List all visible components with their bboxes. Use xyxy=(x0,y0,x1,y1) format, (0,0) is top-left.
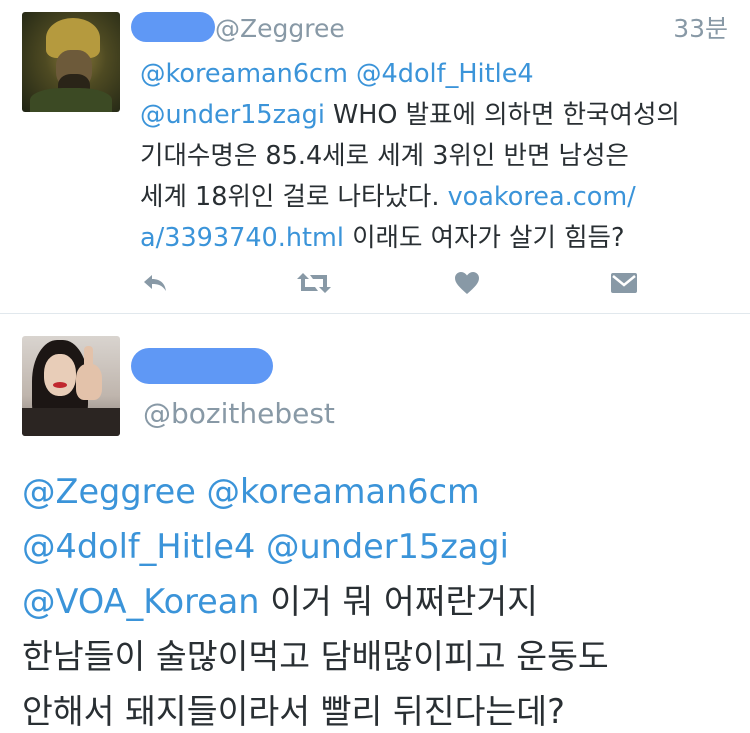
avatar[interactable] xyxy=(22,12,120,112)
tweet-line: @koreaman6cm @4dolf_Hitle4 xyxy=(140,54,740,95)
mention-link[interactable]: @koreaman6cm xyxy=(140,59,348,89)
tweet-2[interactable]: @bozithebest @Zeggree @koreaman6cm @4dol… xyxy=(0,314,750,733)
mention-link[interactable]: @koreaman6cm xyxy=(207,472,480,511)
avatar[interactable] xyxy=(22,336,120,436)
message-icon[interactable] xyxy=(608,266,640,300)
user-handle[interactable]: @bozithebest xyxy=(143,396,335,432)
tweet-line: 세계 18위인 걸로 나타났다. voakorea.com/ xyxy=(140,177,740,218)
avatar-clothing xyxy=(22,408,120,436)
mention-link[interactable]: @Zeggree xyxy=(22,472,196,511)
reply-icon[interactable] xyxy=(140,266,170,300)
tweet-line: @VOA_Korean 이거 뭐 어쩌란거지 xyxy=(22,574,738,629)
like-icon[interactable] xyxy=(452,266,482,300)
tweet-line: @under15zagi WHO 발표에 의하면 한국여성의 xyxy=(140,95,740,136)
user-handle[interactable]: @Zeggree xyxy=(215,14,345,44)
tweet-text-segment: 세계 18위인 걸로 나타났다. xyxy=(140,182,448,212)
tweet-line: @Zeggree @koreaman6cm xyxy=(22,464,738,519)
tweet-text: @koreaman6cm @4dolf_Hitle4 @under15zagi … xyxy=(140,54,740,259)
tweet-line: a/3393740.html 이래도 여자가 살기 힘듬? xyxy=(140,218,740,259)
avatar-lips xyxy=(53,382,67,388)
mention-link[interactable]: @4dolf_Hitle4 xyxy=(356,59,534,89)
mention-link[interactable]: @VOA_Korean xyxy=(22,582,259,621)
avatar-armor xyxy=(30,88,112,112)
retweet-icon[interactable] xyxy=(296,266,332,300)
url-link[interactable]: voakorea.com/ xyxy=(448,182,636,212)
tweet-text-segment: WHO 발표에 의하면 한국여성의 xyxy=(324,100,680,130)
avatar-hand xyxy=(76,364,102,400)
tweet-actions xyxy=(140,266,660,300)
mention-link[interactable]: @under15zagi xyxy=(140,100,325,130)
tweet-line: @4dolf_Hitle4 @under15zagi xyxy=(22,519,738,574)
avatar-face xyxy=(44,354,76,396)
redacted-display-name xyxy=(131,12,215,42)
tweet-line: 한남들이 술많이먹고 담배많이피고 운동도 xyxy=(22,637,609,676)
redacted-display-name xyxy=(131,348,273,384)
tweet-line: 안해서 돼지들이라서 빨리 뒤진다는데? xyxy=(22,692,565,731)
mention-link[interactable]: @4dolf_Hitle4 xyxy=(22,527,255,566)
tweet-text: @Zeggree @koreaman6cm @4dolf_Hitle4 @und… xyxy=(22,464,738,733)
tweet-text-segment: 이거 뭐 어쩌란거지 xyxy=(259,582,538,621)
mention-link[interactable]: @under15zagi xyxy=(266,527,509,566)
tweet-line: 기대수명은 85.4세로 세계 3위인 반면 남성은 xyxy=(140,141,629,171)
url-link[interactable]: a/3393740.html xyxy=(140,223,344,253)
tweet-1[interactable]: @Zeggree 33분 @koreaman6cm @4dolf_Hitle4 … xyxy=(0,0,750,312)
timestamp[interactable]: 33분 xyxy=(673,14,728,44)
tweet-text-segment: 이래도 여자가 살기 힘듬? xyxy=(343,223,625,253)
